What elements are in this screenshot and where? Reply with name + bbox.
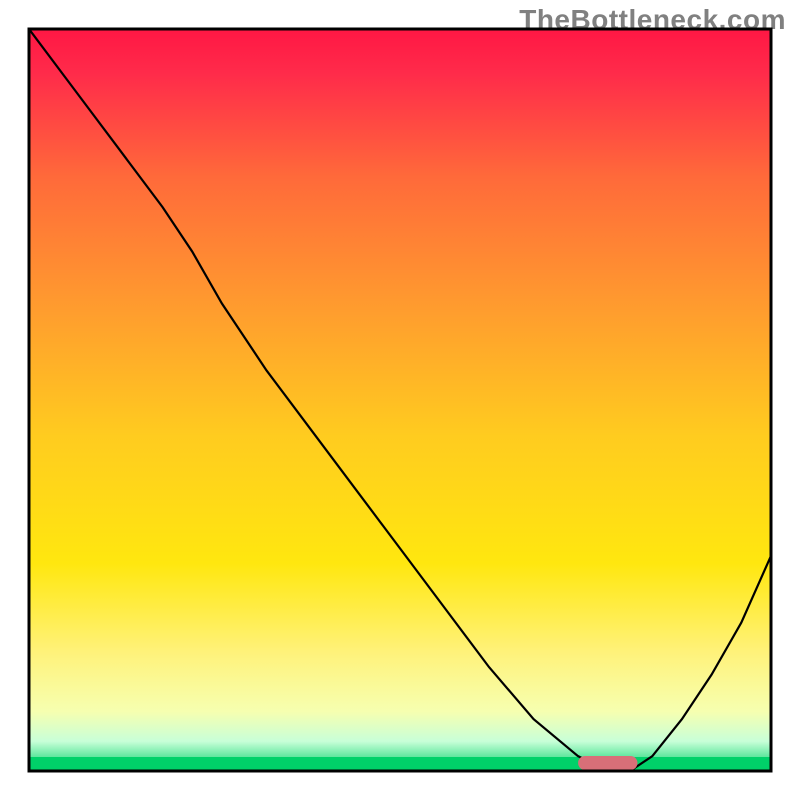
bottleneck-chart <box>0 0 800 800</box>
chart-root: TheBottleneck.com <box>0 0 800 800</box>
plot-background <box>29 29 771 771</box>
green-baseline-band <box>29 757 771 771</box>
optimal-marker <box>578 756 637 770</box>
